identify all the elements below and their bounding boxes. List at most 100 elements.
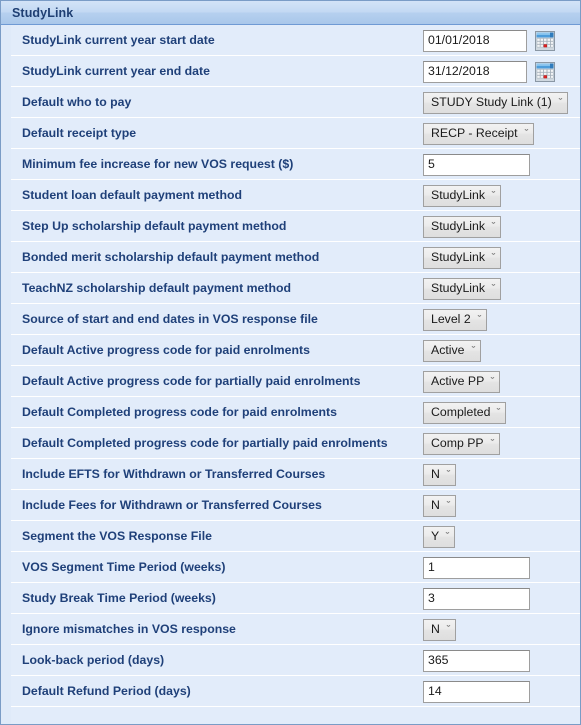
row-control: RECP - Receipt ˇ xyxy=(423,118,534,149)
settings-row: TeachNZ scholarship default payment meth… xyxy=(11,273,580,304)
row-control: 3 xyxy=(423,583,530,614)
select-source-of-start-and-end-dates-in-vos-response-file[interactable]: Level 2 ˇ xyxy=(423,308,487,331)
select-value: StudyLink xyxy=(431,250,486,265)
row-label-default-completed-progress-code-for-partially-paid-enrolments: Default Completed progress code for part… xyxy=(22,436,388,450)
select-default-who-to-pay[interactable]: STUDY Study Link (1) ˇ xyxy=(423,91,568,114)
select-default-active-progress-code-for-paid-enrolments[interactable]: Active ˇ xyxy=(423,339,481,362)
studylink-settings-panel: StudyLink StudyLink current year start d… xyxy=(0,0,581,725)
settings-row: Ignore mismatches in VOS response N ˇ xyxy=(11,614,580,645)
input-value: 3 xyxy=(428,591,435,606)
settings-row: Student loan default payment method Study… xyxy=(11,180,580,211)
settings-row: Default Active progress code for paid en… xyxy=(11,335,580,366)
chevron-down-icon: ˇ xyxy=(490,438,494,448)
settings-row: Default Completed progress code for paid… xyxy=(11,397,580,428)
select-teachnz-scholarship-default-payment-method[interactable]: StudyLink ˇ xyxy=(423,277,502,300)
select-value: Active PP xyxy=(431,374,485,389)
select-include-fees-for-withdrawn-or-transferred-courses[interactable]: Nˇ xyxy=(423,494,456,517)
chevron-down-icon: ˇ xyxy=(445,531,450,541)
chevron-down-icon: ˇ xyxy=(491,190,496,200)
row-label-student-loan-default-payment-method: Student loan default payment method xyxy=(22,188,242,202)
settings-row: StudyLink current year end date 31/12/201… xyxy=(11,56,580,87)
row-control: 365 xyxy=(423,645,530,676)
select-value: RECP - Receipt xyxy=(431,126,518,141)
input-value: 5 xyxy=(428,157,435,172)
input-value: 1 xyxy=(428,560,435,575)
settings-row: Default Active progress code for partial… xyxy=(11,366,580,397)
input-vos-segment-time-period-weeks[interactable]: 1 xyxy=(423,556,530,579)
row-label-source-of-start-and-end-dates-in-vos-response-file: Source of start and end dates in VOS res… xyxy=(22,312,318,326)
select-ignore-mismatches-in-vos-response[interactable]: Nˇ xyxy=(423,618,456,641)
select-default-receipt-type[interactable]: RECP - Receipt ˇ xyxy=(423,122,534,145)
calendar-icon[interactable] xyxy=(535,61,555,82)
row-control: Active PP ˇ xyxy=(423,366,501,397)
settings-row: Default Refund Period (days) 14 xyxy=(11,676,580,707)
input-study-break-time-period-weeks[interactable]: 3 xyxy=(423,587,530,610)
select-value: StudyLink xyxy=(431,188,486,203)
settings-row: Study Break Time Period (weeks) 3 xyxy=(11,583,580,614)
select-step-up-scholarship-default-payment-method[interactable]: StudyLink ˇ xyxy=(423,215,502,238)
select-default-completed-progress-code-for-partially-paid-enrolments[interactable]: Comp PP ˇ xyxy=(423,432,500,455)
input-studylink-current-year-end-date[interactable]: 31/12/2018 xyxy=(423,60,527,83)
row-control: StudyLink ˇ xyxy=(423,211,502,242)
settings-row-spacer xyxy=(11,707,580,724)
row-label-studylink-current-year-start-date: StudyLink current year start date xyxy=(22,33,215,47)
row-label-teachnz-scholarship-default-payment-method: TeachNZ scholarship default payment meth… xyxy=(22,281,291,295)
row-label-ignore-mismatches-in-vos-response: Ignore mismatches in VOS response xyxy=(22,622,236,636)
select-value: Completed xyxy=(431,405,491,420)
settings-row: Source of start and end dates in VOS res… xyxy=(11,304,580,335)
input-default-refund-period-days[interactable]: 14 xyxy=(423,680,530,703)
select-student-loan-default-payment-method[interactable]: StudyLink ˇ xyxy=(423,184,502,207)
chevron-down-icon: ˇ xyxy=(490,376,495,386)
chevron-down-icon: ˇ xyxy=(446,500,451,510)
select-default-completed-progress-code-for-paid-enrolments[interactable]: Completed ˇ xyxy=(423,401,507,424)
select-include-efts-for-withdrawn-or-transferred-courses[interactable]: Nˇ xyxy=(423,463,456,486)
row-label-default-active-progress-code-for-paid-enrolments: Default Active progress code for paid en… xyxy=(22,343,310,357)
row-control: Nˇ xyxy=(423,490,456,521)
select-value: Y xyxy=(431,529,440,544)
row-label-default-who-to-pay: Default who to pay xyxy=(22,95,132,109)
settings-row: Include Fees for Withdrawn or Transferre… xyxy=(11,490,580,521)
settings-row: Minimum fee increase for new VOS request… xyxy=(11,149,580,180)
row-control: 31/12/2018 xyxy=(423,56,555,87)
input-studylink-current-year-start-date[interactable]: 01/01/2018 xyxy=(423,29,527,52)
row-control: 1 xyxy=(423,552,530,583)
calendar-icon[interactable] xyxy=(535,30,555,51)
select-value: N xyxy=(431,622,440,637)
row-control: 5 xyxy=(423,149,530,180)
row-control: StudyLink ˇ xyxy=(423,242,502,273)
select-bonded-merit-scholarship-default-payment-method[interactable]: StudyLink ˇ xyxy=(423,246,502,269)
row-control: 01/01/2018 xyxy=(423,25,555,56)
settings-row: Default Completed progress code for part… xyxy=(11,428,580,459)
row-label-study-break-time-period-weeks: Study Break Time Period (weeks) xyxy=(22,591,216,605)
input-look-back-period-days[interactable]: 365 xyxy=(423,649,530,672)
chevron-down-icon: ˇ xyxy=(477,314,482,324)
select-value: Active xyxy=(431,343,465,358)
input-value: 14 xyxy=(428,684,442,699)
settings-row: Look-back period (days) 365 xyxy=(11,645,580,676)
input-minimum-fee-increase-for-new-vos-request[interactable]: 5 xyxy=(423,153,530,176)
row-control: Completed ˇ xyxy=(423,397,507,428)
row-control: STUDY Study Link (1) ˇ xyxy=(423,87,568,118)
input-value: 31/12/2018 xyxy=(428,64,490,79)
select-segment-the-vos-response-file[interactable]: Yˇ xyxy=(423,525,456,548)
chevron-down-icon: ˇ xyxy=(446,624,451,634)
row-label-step-up-scholarship-default-payment-method: Step Up scholarship default payment meth… xyxy=(22,219,287,233)
settings-row: Default who to pay STUDY Study Link (1) ˇ xyxy=(11,87,580,118)
select-default-active-progress-code-for-partially-paid-enrolments[interactable]: Active PP ˇ xyxy=(423,370,501,393)
row-label-include-fees-for-withdrawn-or-transferred-courses: Include Fees for Withdrawn or Transferre… xyxy=(22,498,322,512)
row-control: 14 xyxy=(423,676,530,707)
chevron-down-icon: ˇ xyxy=(491,283,496,293)
row-label-default-receipt-type: Default receipt type xyxy=(22,126,137,140)
row-label-studylink-current-year-end-date: StudyLink current year end date xyxy=(22,64,210,78)
chevron-down-icon: ˇ xyxy=(491,221,496,231)
row-label-default-refund-period-days: Default Refund Period (days) xyxy=(22,684,191,698)
settings-row: Default receipt type RECP - Receipt ˇ xyxy=(11,118,580,149)
row-control: Nˇ xyxy=(423,614,456,645)
select-value: N xyxy=(431,467,440,482)
chevron-down-icon: ˇ xyxy=(524,128,528,138)
panel-title: StudyLink xyxy=(12,5,74,20)
row-label-minimum-fee-increase-for-new-vos-request: Minimum fee increase for new VOS request… xyxy=(22,157,294,171)
row-label-include-efts-for-withdrawn-or-transferred-courses: Include EFTS for Withdrawn or Transferre… xyxy=(22,467,326,481)
chevron-down-icon: ˇ xyxy=(446,469,451,479)
select-value: StudyLink xyxy=(431,281,486,296)
